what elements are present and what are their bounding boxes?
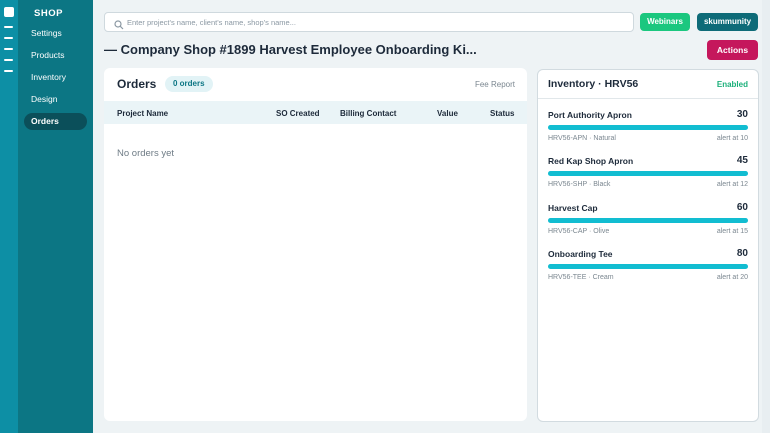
inventory-status-badge: Enabled bbox=[716, 80, 748, 89]
inventory-header: Inventory · HRV56 Enabled bbox=[538, 70, 758, 99]
menu-line-icon[interactable] bbox=[4, 37, 13, 39]
actions-button[interactable]: Actions bbox=[707, 40, 758, 60]
inventory-item-sku: HRV56-CAP · Olive bbox=[548, 228, 610, 235]
inventory-item-qty: 45 bbox=[736, 155, 748, 166]
inventory-level-fill bbox=[548, 125, 748, 130]
app-logo-icon[interactable] bbox=[4, 7, 14, 17]
inventory-item-alert: alert at 15 bbox=[716, 228, 748, 235]
page-scrollbar[interactable] bbox=[762, 0, 770, 433]
inventory-item-sku: HRV56-SHP · Black bbox=[548, 181, 611, 188]
sidebar-item-inventory[interactable]: Inventory bbox=[24, 69, 87, 86]
webinars-button[interactable]: Webinars bbox=[640, 13, 690, 31]
search-input[interactable] bbox=[127, 15, 627, 29]
inventory-item-name: Harvest Cap bbox=[548, 203, 598, 213]
inventory-item-name: Onboarding Tee bbox=[548, 249, 613, 259]
column-billing-contact[interactable]: Billing Contact bbox=[340, 109, 396, 118]
inventory-item-qty: 80 bbox=[736, 248, 748, 259]
orders-table-header: Project Name SO Created Billing Contact … bbox=[104, 101, 527, 124]
inventory-title: Inventory · HRV56 bbox=[548, 78, 639, 90]
column-so-created[interactable]: SO Created bbox=[276, 109, 320, 118]
sidebar-title: SHOP bbox=[34, 8, 63, 19]
inventory-item[interactable]: Harvest Cap 60 HRV56-CAP · Olive alert a… bbox=[548, 202, 748, 243]
orders-panel: Orders 0 orders Fee Report Project Name … bbox=[104, 68, 527, 421]
inventory-item[interactable]: Onboarding Tee 80 HRV56-TEE · Cream aler… bbox=[548, 248, 748, 289]
column-project-name[interactable]: Project Name bbox=[117, 109, 168, 118]
sidebar-item-design[interactable]: Design bbox=[24, 91, 87, 108]
inventory-item-name: Red Kap Shop Apron bbox=[548, 156, 634, 166]
fee-report-link[interactable]: Fee Report bbox=[475, 80, 515, 89]
inventory-level-fill bbox=[548, 171, 748, 176]
inventory-level-bar bbox=[548, 264, 748, 269]
inventory-item-sku: HRV56-TEE · Cream bbox=[548, 274, 614, 281]
inventory-item-alert: alert at 12 bbox=[716, 181, 748, 188]
inventory-item[interactable]: Port Authority Apron 30 HRV56-APN · Natu… bbox=[548, 109, 748, 150]
sidebar-item-orders[interactable]: Orders bbox=[24, 113, 87, 130]
inventory-level-bar bbox=[548, 218, 748, 223]
orders-title: Orders bbox=[117, 77, 157, 91]
menu-line-icon[interactable] bbox=[4, 70, 13, 72]
column-status[interactable]: Status bbox=[490, 109, 514, 118]
user-button[interactable]: skummunity bbox=[697, 13, 758, 31]
inventory-item-alert: alert at 20 bbox=[716, 274, 748, 281]
sidebar-item-settings[interactable]: Settings bbox=[24, 25, 87, 42]
inventory-level-bar bbox=[548, 171, 748, 176]
inventory-item-sku: HRV56-APN · Natural bbox=[548, 135, 616, 142]
inventory-level-fill bbox=[548, 218, 748, 223]
inventory-item-name: Port Authority Apron bbox=[548, 110, 632, 120]
page-title: — Company Shop #1899 Harvest Employee On… bbox=[104, 42, 477, 57]
inventory-level-fill bbox=[548, 264, 748, 269]
inventory-item-qty: 30 bbox=[736, 109, 748, 120]
sidebar-item-products[interactable]: Products bbox=[24, 47, 87, 64]
inventory-item-alert: alert at 10 bbox=[716, 135, 748, 142]
search-bar[interactable] bbox=[104, 12, 634, 32]
menu-line-icon[interactable] bbox=[4, 48, 13, 50]
icon-rail bbox=[0, 0, 18, 433]
column-value[interactable]: Value bbox=[437, 109, 458, 118]
orders-empty-message: No orders yet bbox=[117, 148, 175, 159]
inventory-level-bar bbox=[548, 125, 748, 130]
menu-line-icon[interactable] bbox=[4, 26, 13, 28]
inventory-item[interactable]: Red Kap Shop Apron 45 HRV56-SHP · Black … bbox=[548, 155, 748, 196]
inventory-item-qty: 60 bbox=[736, 202, 748, 213]
search-icon bbox=[114, 17, 124, 35]
sidebar: SHOP Settings Products Inventory Design … bbox=[18, 0, 93, 433]
inventory-panel: Inventory · HRV56 Enabled Port Authority… bbox=[537, 69, 759, 422]
orders-count-badge: 0 orders bbox=[165, 76, 213, 92]
menu-line-icon[interactable] bbox=[4, 59, 13, 61]
